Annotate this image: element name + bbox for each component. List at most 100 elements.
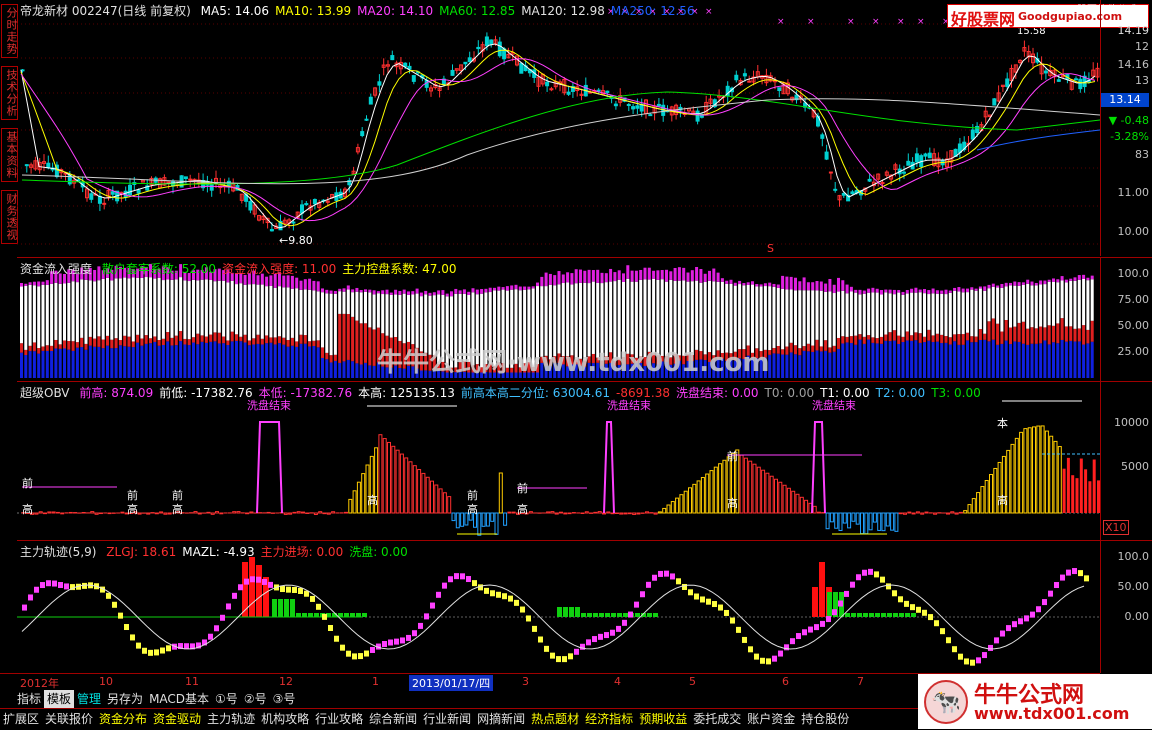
tab-fundamentals[interactable]: 基本资料 (1, 128, 18, 182)
timeline-label: 2013/01/17/四 (409, 675, 493, 691)
trajectory-step (268, 582, 273, 588)
obv-bar (848, 513, 851, 528)
obv-bar (504, 513, 507, 525)
bottom-tab[interactable]: 热点题材 (528, 709, 582, 729)
flow-bar-top (441, 290, 444, 295)
bottom-tab[interactable]: 行业新闻 (420, 709, 474, 729)
bottom-tab[interactable]: 主力轨迹 (204, 709, 258, 729)
obv-bar (95, 513, 98, 514)
entry-bar (819, 562, 825, 617)
washout-bar (887, 613, 892, 617)
flow-bar-inflow (295, 341, 298, 346)
bottom-tab[interactable]: 委托成交 (690, 709, 744, 729)
flow-bar-retail (46, 351, 49, 378)
flow-bar-retail (820, 351, 823, 378)
flow-bar-retail (777, 354, 780, 378)
obv-chart: 洗盘结束洗盘结束洗盘结束前前前前前前本高高高高高高高高 (17, 382, 1100, 540)
flow-bar-top (945, 290, 948, 294)
trajectory-panel[interactable]: 主力轨迹(5,9) ZLGJ: 18.61MAZL: -4.93主力进场: 0.… (17, 540, 1100, 673)
flow-bar-inflow (1069, 326, 1072, 341)
flow-bar-control (59, 284, 62, 344)
bottom-tab[interactable]: 扩展区 (0, 709, 42, 729)
obv-bar (302, 512, 305, 513)
flow-bar-inflow (325, 353, 328, 359)
trajectory-step (322, 614, 327, 620)
flow-bar-control (278, 286, 281, 336)
tab-macd[interactable]: MACD基本 (146, 690, 212, 708)
bottom-tab[interactable]: 关联报价 (42, 709, 96, 729)
flow-bar-control (1078, 280, 1081, 329)
bottom-tab[interactable]: 资金分布 (96, 709, 150, 729)
bottom-tab[interactable]: 机构攻略 (258, 709, 312, 729)
bottom-tab[interactable]: 经济指标 (582, 709, 636, 729)
tab-no2[interactable]: ②号 (241, 690, 270, 708)
obv-bar (740, 455, 743, 513)
candle (696, 111, 699, 121)
tab-save-as[interactable]: 另存为 (104, 690, 146, 708)
obv-bar (439, 489, 442, 513)
candle (137, 190, 140, 193)
trajectory-step (58, 582, 63, 588)
obv-bar (779, 482, 782, 513)
trajectory-step (370, 647, 375, 653)
bottom-tab[interactable]: 持仓股份 (798, 709, 852, 729)
flow-bar-top (463, 289, 466, 293)
flow-panel[interactable]: 资金流入强度 散户套牢系数: 52.00资金流入强度: 11.00主力控盘系数:… (17, 257, 1100, 381)
tab-financials[interactable]: 财务透视 (1, 190, 18, 244)
flow-bar-inflow (1056, 323, 1059, 343)
price-panel[interactable]: ××××××××××××××××←9.8015.58S 帝龙新材 002247(… (17, 0, 1152, 256)
tab-technical[interactable]: 技术分析 (1, 66, 18, 120)
flow-bar-retail (183, 344, 186, 378)
trajectory-step (208, 634, 213, 640)
trajectory-chart (17, 541, 1100, 673)
bottom-tab[interactable]: 资金驱动 (150, 709, 204, 729)
indicator-value: 散户套牢系数: 52.00 (102, 262, 216, 276)
bottom-tab[interactable]: 预期收益 (636, 709, 690, 729)
obv-panel[interactable]: 洗盘结束洗盘结束洗盘结束前前前前前前本高高高高高高高高 超级OBV 前高: 87… (17, 381, 1100, 540)
candle (25, 165, 28, 166)
flow-bar-inflow (773, 348, 776, 353)
flow-bar-top (467, 292, 470, 295)
obv-bar (749, 461, 752, 513)
flow-bar-control (910, 293, 913, 336)
candle (369, 97, 372, 104)
flow-bar-retail (816, 350, 819, 378)
flow-bar-control (811, 290, 814, 345)
flow-bar-retail (252, 344, 255, 378)
bottom-tab[interactable]: 综合新闻 (366, 709, 420, 729)
trajectory-step (214, 625, 219, 631)
tab-no1[interactable]: ①号 (212, 690, 241, 708)
flow-bar-top (618, 270, 621, 279)
tab-intraday[interactable]: 分时走势 (1, 4, 18, 58)
flow-bar-control (927, 294, 930, 330)
candle (597, 90, 600, 91)
tab-no3[interactable]: ③号 (270, 690, 299, 708)
bottom-tab[interactable]: 网摘新闻 (474, 709, 528, 729)
stock-name: 帝龙新材 002247(日线 前复权) (20, 4, 191, 18)
obv-bar (959, 512, 962, 513)
flow-bar-control (953, 291, 956, 334)
tab-template[interactable]: 模板 (44, 690, 74, 708)
bottom-tab[interactable]: 账户资金 (744, 709, 798, 729)
flow-bar-top (975, 289, 978, 291)
flow-bar-control (20, 287, 23, 344)
trajectory-step (856, 574, 861, 580)
flow-bar-control (833, 293, 836, 346)
flow-bar-inflow (828, 347, 831, 352)
tab-indicator[interactable]: 指标 (14, 690, 44, 708)
flow-bar-inflow (893, 330, 896, 340)
flow-bar-top (609, 269, 612, 282)
flow-bar-top (652, 271, 655, 279)
tab-manage[interactable]: 管理 (74, 690, 104, 708)
obv-bar (663, 508, 666, 513)
obv-bar (289, 513, 292, 514)
timeline-label: 1 (372, 675, 379, 688)
flow-bar-control (265, 286, 268, 335)
flow-bar-control (80, 279, 83, 337)
bottom-tab[interactable]: 行业攻略 (312, 709, 366, 729)
flow-bar-retail (209, 342, 212, 378)
obv-bar (327, 513, 330, 514)
flow-bar-control (123, 278, 126, 336)
flow-bar-retail (244, 343, 247, 378)
indicator-value: 洗盘: 0.00 (349, 545, 408, 559)
